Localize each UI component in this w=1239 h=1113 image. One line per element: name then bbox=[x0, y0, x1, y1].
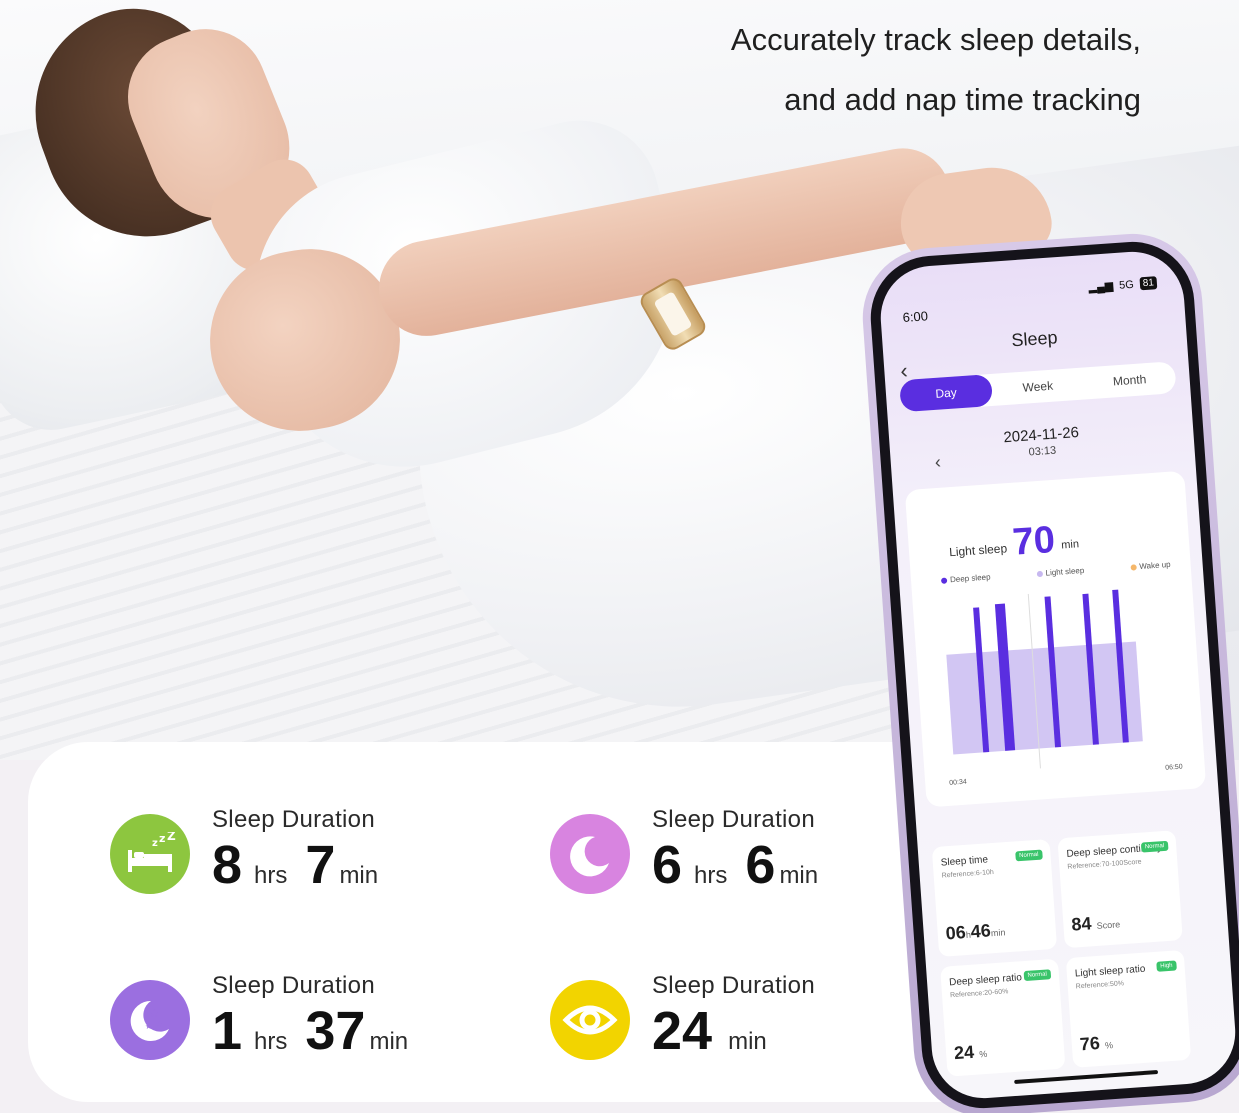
phone-bezel: 6:00 ▂▄▆ 5G 81 ‹ Sleep Day Week Month ‹ … bbox=[866, 237, 1239, 1113]
stat-value: 1 hrs 37 min bbox=[212, 1002, 408, 1060]
stat-hours: 6 bbox=[652, 835, 683, 895]
metric-sleep-time[interactable]: Sleep time Reference:6-10h Normal 06h46m… bbox=[931, 838, 1058, 957]
status-bar-right: ▂▄▆ 5G 81 bbox=[1088, 276, 1158, 294]
stat-minutes: 37 bbox=[305, 1001, 366, 1061]
period-tabs: Day Week Month bbox=[899, 361, 1177, 413]
battery-icon: 81 bbox=[1139, 276, 1158, 291]
stat-title: Sleep Duration bbox=[652, 972, 815, 999]
stat-hours: 8 bbox=[212, 835, 243, 895]
stat-hours-unit: hrs bbox=[254, 862, 288, 889]
chart-unit: min bbox=[1060, 538, 1080, 552]
phone-mockup: 6:00 ▂▄▆ 5G 81 ‹ Sleep Day Week Month ‹ … bbox=[858, 229, 1239, 1113]
svg-text:z: z bbox=[159, 832, 165, 845]
stat-value: 24 min bbox=[652, 1002, 815, 1060]
sleep-chart-card: Light sleep 70 min Deep sleep Light slee… bbox=[904, 470, 1207, 808]
stat-minutes: 7 bbox=[305, 835, 336, 895]
stat-awake: Sleep Duration 24 min bbox=[550, 972, 815, 1060]
moon-stars-icon: ★ ★ ★ bbox=[110, 980, 190, 1060]
metric-value: 84 Score bbox=[1070, 913, 1121, 935]
signal-icon: ▂▄▆ bbox=[1088, 280, 1114, 294]
status-badge: High bbox=[1155, 960, 1177, 972]
sleep-stage-chart bbox=[946, 589, 1143, 769]
metric-deep-ratio[interactable]: Deep sleep ratio Reference:20-60% Normal… bbox=[940, 958, 1066, 1077]
headline-line2: and add nap time tracking bbox=[784, 82, 1141, 117]
x-tick-end: 06:50 bbox=[1164, 763, 1183, 772]
metric-value: 76 % bbox=[1079, 1033, 1114, 1055]
stat-minutes: 24 bbox=[652, 1001, 713, 1061]
status-badge: Normal bbox=[1014, 849, 1043, 862]
date-nav: 2024-11-26 03:13 bbox=[889, 416, 1194, 468]
stat-minutes-unit: min bbox=[339, 862, 379, 889]
stat-minutes: 6 bbox=[745, 835, 776, 895]
svg-text:z: z bbox=[587, 843, 595, 859]
moon-z-icon: z bbox=[550, 814, 630, 894]
x-tick-start: 00:34 bbox=[949, 778, 968, 787]
screen-title: Sleep bbox=[1010, 327, 1059, 351]
tab-day[interactable]: Day bbox=[899, 373, 994, 413]
headline-line1: Accurately track sleep details, bbox=[730, 22, 1141, 57]
status-time: 6:00 bbox=[902, 308, 929, 325]
stat-value: 8 hrs 7 min bbox=[212, 836, 378, 894]
headline: Accurately track sleep details, and add … bbox=[731, 10, 1141, 130]
status-badge: Normal bbox=[1023, 969, 1052, 982]
stat-title: Sleep Duration bbox=[212, 806, 375, 833]
stat-light-sleep: z Sleep Duration 6 hrs 6 min bbox=[550, 806, 818, 894]
network-label: 5G bbox=[1118, 278, 1135, 292]
metric-deep-continuity[interactable]: Deep sleep continuity Reference:70-100Sc… bbox=[1057, 830, 1183, 949]
tab-week[interactable]: Week bbox=[991, 368, 1085, 406]
legend-deep: Deep sleep bbox=[940, 572, 991, 584]
light-sleep-area bbox=[946, 641, 1143, 755]
eye-icon bbox=[550, 980, 630, 1060]
stat-hours-unit: hrs bbox=[694, 862, 728, 889]
chart-value: 70 bbox=[1011, 518, 1057, 564]
legend-light: Light sleep bbox=[1036, 566, 1085, 578]
home-indicator bbox=[1014, 1070, 1159, 1085]
smart-band-screen bbox=[653, 291, 693, 337]
stat-deep-sleep: ★ ★ ★ Sleep Duration 1 hrs 37 min bbox=[110, 972, 408, 1060]
bed-zzz-icon: z z Z bbox=[110, 814, 190, 894]
svg-text:z: z bbox=[152, 838, 158, 849]
stat-total-sleep: z z Z Sleep Duration 8 hrs 7 min bbox=[110, 806, 378, 894]
metric-value: 06h46min bbox=[945, 920, 1006, 944]
svg-text:★: ★ bbox=[145, 1022, 152, 1031]
svg-text:★: ★ bbox=[155, 1020, 163, 1030]
metric-light-ratio[interactable]: Light sleep ratio Reference:50% High 76 … bbox=[1065, 949, 1192, 1068]
stat-minutes-unit: min bbox=[779, 862, 819, 889]
stat-hours-unit: hrs bbox=[254, 1028, 288, 1055]
stat-title: Sleep Duration bbox=[652, 806, 815, 833]
chart-header: Light sleep 70 min bbox=[947, 518, 1080, 567]
stat-minutes-unit: min bbox=[728, 1028, 767, 1055]
tab-month[interactable]: Month bbox=[1083, 361, 1177, 399]
stat-minutes-unit: min bbox=[369, 1028, 409, 1055]
svg-text:★: ★ bbox=[149, 1007, 159, 1020]
legend-wake: Wake up bbox=[1130, 560, 1171, 572]
chart-label: Light sleep bbox=[948, 541, 1008, 560]
svg-text:Z: Z bbox=[167, 832, 176, 843]
metric-value: 24 % bbox=[953, 1041, 988, 1064]
stat-title: Sleep Duration bbox=[212, 972, 375, 999]
status-badge: Normal bbox=[1140, 840, 1169, 853]
stat-value: 6 hrs 6 min bbox=[652, 836, 818, 894]
stat-hours: 1 bbox=[212, 1001, 243, 1061]
phone-screen: 6:00 ▂▄▆ 5G 81 ‹ Sleep Day Week Month ‹ … bbox=[877, 248, 1239, 1102]
